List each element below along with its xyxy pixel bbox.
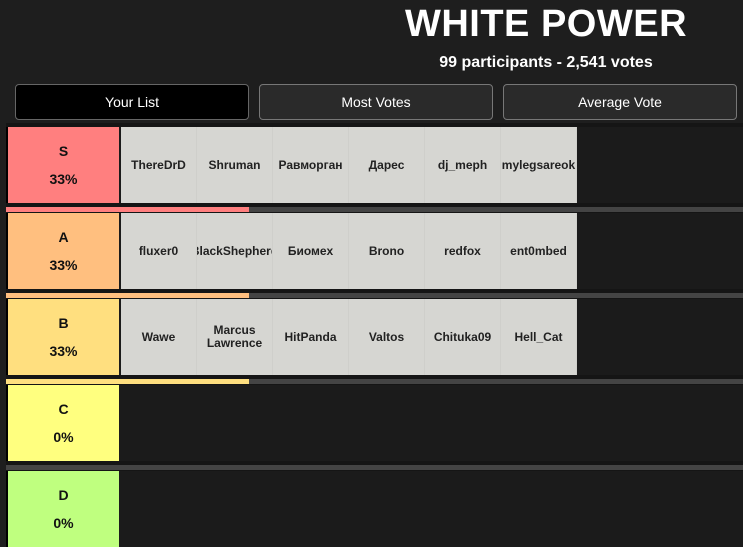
tier-item[interactable]: fluxer0 (121, 213, 197, 289)
tier-item[interactable]: redfox (425, 213, 501, 289)
tab-your-list[interactable]: Your List (15, 84, 249, 120)
tier-label-c: C 0% (6, 385, 119, 461)
tier-letter: C (58, 401, 69, 417)
tier-label-a: A 33% (6, 213, 119, 289)
tier-item[interactable]: Биомех (273, 213, 349, 289)
vote-summary: 99 participants - 2,541 votes (439, 54, 653, 71)
tier-label-d: D 0% (6, 471, 119, 547)
tier-items: fluxer0 BlackShepherd Биомех Brono redfo… (121, 213, 577, 289)
tier-percent: 33% (49, 343, 78, 359)
tab-most-votes[interactable]: Most Votes (259, 84, 493, 120)
tier-percent: 0% (53, 429, 74, 445)
tier-items: Wawe Marcus Lawrence HitPanda Valtos Chi… (121, 299, 577, 375)
tier-item[interactable]: BlackShepherd (197, 213, 273, 289)
tier-letter: S (58, 143, 69, 159)
view-tabs: Your List Most Votes Average Vote (15, 84, 737, 120)
tier-row-s: S 33% ThereDrD Shruman Равморган Дарес d… (6, 123, 743, 212)
tier-letter: D (58, 487, 69, 503)
tier-item[interactable]: ent0mbed (501, 213, 577, 289)
tier-row-d: D 0% (6, 467, 743, 547)
tier-item[interactable]: Marcus Lawrence (197, 299, 273, 375)
tab-average-vote[interactable]: Average Vote (503, 84, 737, 120)
tier-item[interactable]: Chituka09 (425, 299, 501, 375)
tier-percent: 33% (49, 257, 78, 273)
tier-item[interactable]: Дарес (349, 127, 425, 203)
tier-item[interactable]: ThereDrD (121, 127, 197, 203)
tier-item[interactable]: Равморган (273, 127, 349, 203)
tier-item[interactable]: Hell_Cat (501, 299, 577, 375)
tier-label-s: S 33% (6, 127, 119, 203)
tier-item[interactable]: HitPanda (273, 299, 349, 375)
tier-items: ThereDrD Shruman Равморган Дарес dj_meph… (121, 127, 577, 203)
tier-item[interactable]: Wawe (121, 299, 197, 375)
tier-letter: A (58, 229, 69, 245)
tier-board: S 33% ThereDrD Shruman Равморган Дарес d… (6, 123, 743, 547)
tier-percent: 33% (49, 171, 78, 187)
tier-row-a: A 33% fluxer0 BlackShepherd Биомех Brono… (6, 209, 743, 298)
page-title: WHITE POWER (404, 3, 688, 45)
tier-item[interactable]: Brono (349, 213, 425, 289)
tier-letter: B (58, 315, 69, 331)
tier-row-b: B 33% Wawe Marcus Lawrence HitPanda Valt… (6, 295, 743, 384)
tier-item[interactable]: Valtos (349, 299, 425, 375)
tier-label-b: B 33% (6, 299, 119, 375)
tier-percent: 0% (53, 515, 74, 531)
tier-item[interactable]: mylegsareok (501, 127, 577, 203)
tier-item[interactable]: Shruman (197, 127, 273, 203)
tier-item[interactable]: dj_meph (425, 127, 501, 203)
tier-row-c: C 0% (6, 381, 743, 470)
